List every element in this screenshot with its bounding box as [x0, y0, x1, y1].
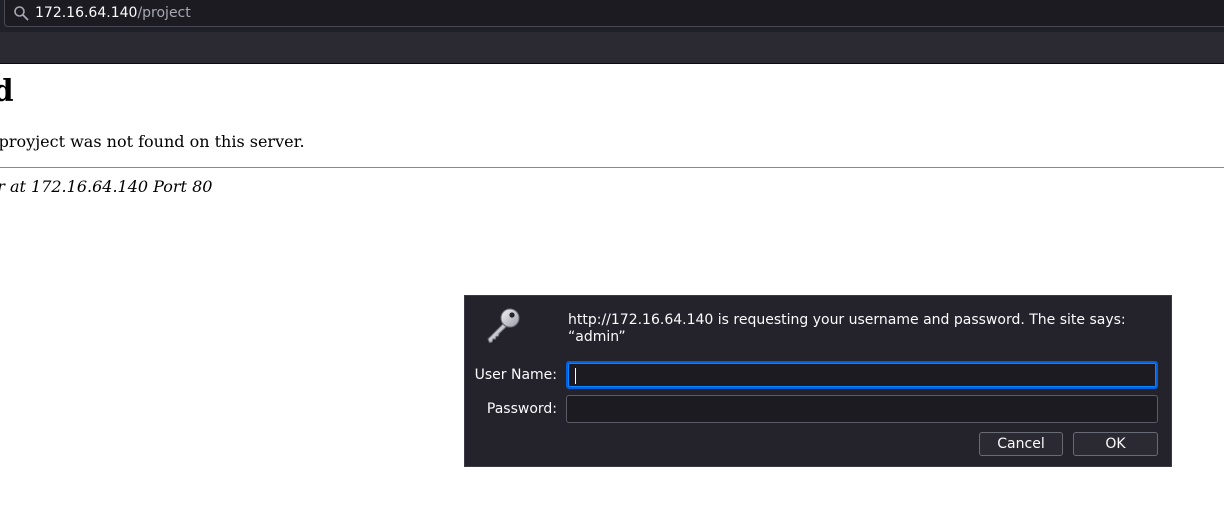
server-signature: (Ubuntu) Server at 172.16.64.140 Port 80 [0, 177, 213, 196]
key-icon [487, 308, 520, 344]
error-message: URL /proyject was not found on this serv… [0, 132, 305, 151]
cancel-button[interactable]: Cancel [979, 432, 1063, 456]
url-host: 172.16.64.140 [35, 5, 138, 21]
password-input[interactable] [566, 395, 1158, 423]
url-text: 172.16.64.140/project [35, 5, 191, 21]
username-input[interactable] [566, 361, 1158, 389]
username-label: User Name: [474, 367, 557, 383]
dialog-message: http://172.16.64.140 is requesting your … [568, 312, 1126, 345]
ok-button[interactable]: OK [1073, 432, 1158, 456]
search-icon [14, 6, 29, 21]
password-label: Password: [486, 401, 557, 417]
auth-dialog: http://172.16.64.140 is requesting your … [464, 295, 1172, 467]
tab-strip [0, 32, 1224, 64]
url-path: /project [137, 5, 191, 21]
toolbar: 172.16.64.140/project [0, 0, 1224, 32]
address-bar[interactable]: 172.16.64.140/project [4, 0, 1224, 27]
divider [0, 167, 1224, 168]
text-caret [575, 368, 576, 384]
page-title: und [0, 74, 14, 109]
